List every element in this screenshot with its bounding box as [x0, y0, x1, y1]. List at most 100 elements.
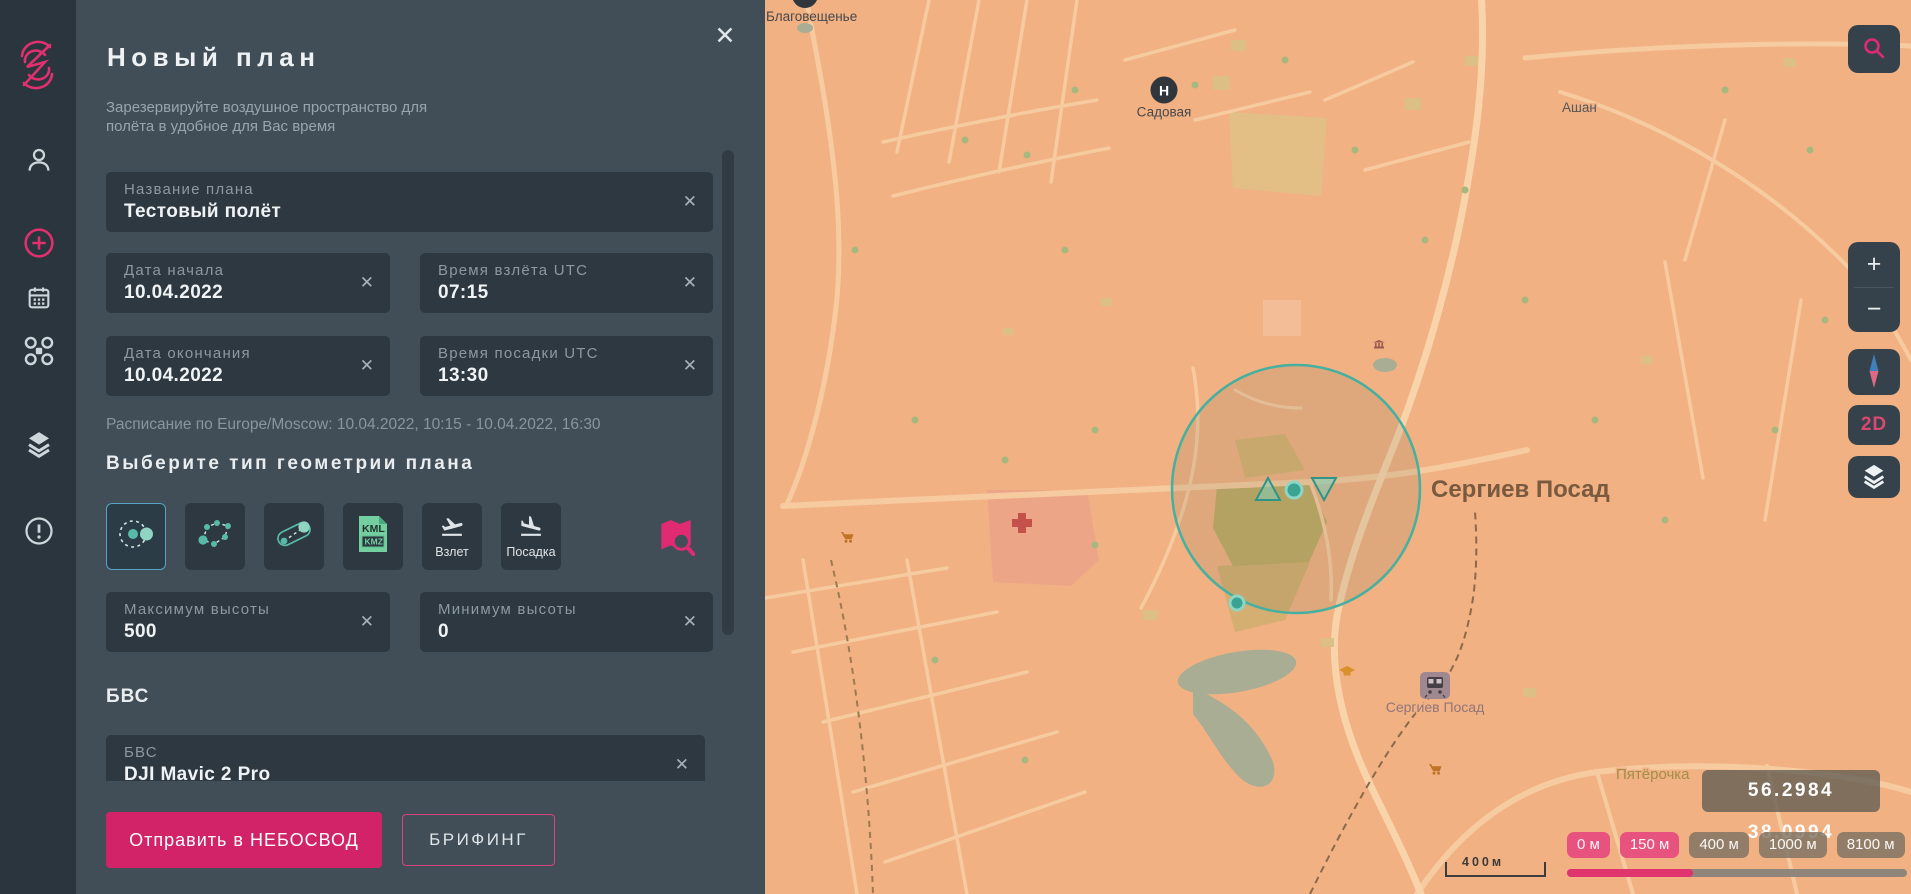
- search-icon: [1861, 35, 1887, 64]
- plan-name-label: Название плана: [124, 181, 254, 198]
- start-date-label: Дата начала: [124, 262, 225, 279]
- landing-time-label: Время посадки UTC: [438, 345, 599, 362]
- takeoff-time-field[interactable]: Время взлёта UTC 07:15 ✕: [420, 253, 713, 313]
- cursor-coordinates: 56.2984 38.0994: [1702, 770, 1880, 843]
- min-altitude-value: 0: [438, 621, 449, 642]
- landing-time-field[interactable]: Время посадки UTC 13:30 ✕: [420, 336, 713, 396]
- schedule-note: Расписание по Europe/Moscow: 10.04.2022,…: [106, 416, 601, 433]
- clear-icon[interactable]: ✕: [360, 356, 374, 376]
- page-title: Новый план: [107, 42, 321, 72]
- form-scroll-area: Название плана Тестовый полёт ✕ Дата нач…: [76, 150, 765, 781]
- compass-button[interactable]: [1848, 349, 1900, 395]
- clear-icon[interactable]: ✕: [683, 612, 697, 632]
- new-plan-panel: ✕ Новый план Зарезервируйте воздушное пр…: [76, 0, 765, 894]
- svg-text:KMZ: KMZ: [365, 537, 383, 547]
- station-label: Сергиев Посад: [1386, 699, 1485, 715]
- zone-center-node: [1284, 480, 1304, 500]
- pyaterochka-label: Пятёрочка: [1616, 766, 1690, 783]
- svg-text:KML: KML: [362, 523, 385, 535]
- uav-label: БВС: [124, 744, 158, 761]
- sidebar-item-alerts[interactable]: [22, 515, 56, 549]
- altitude-chip-0m[interactable]: 0 м: [1567, 832, 1610, 858]
- alert-icon: [24, 516, 54, 549]
- clear-icon[interactable]: ✕: [360, 612, 374, 632]
- panel-scrollbar[interactable]: [722, 150, 734, 635]
- geometry-corridor-button[interactable]: [264, 503, 324, 570]
- add-plan-icon: [23, 227, 55, 262]
- circle-geometry-icon: [115, 516, 157, 557]
- sidebar: [0, 0, 76, 894]
- map-scale-bar: [1445, 862, 1546, 877]
- geometry-takeoff-button[interactable]: Взлет: [422, 503, 482, 570]
- uav-section-heading: БВС: [106, 686, 150, 707]
- start-date-value: 10.04.2022: [124, 282, 224, 303]
- zoom-out-button[interactable]: −: [1848, 288, 1900, 333]
- takeoff-time-value: 07:15: [438, 282, 489, 303]
- clear-icon[interactable]: ✕: [683, 192, 697, 212]
- layers-icon: [24, 429, 54, 462]
- helipad-marker: H: [1150, 76, 1178, 104]
- geometry-circle-button[interactable]: [106, 503, 166, 570]
- train-station-icon: [1420, 672, 1450, 699]
- start-date-field[interactable]: Дата начала 10.04.2022 ✕: [106, 253, 390, 313]
- panel-subtitle: Зарезервируйте воздушное пространство дл…: [106, 99, 428, 135]
- briefing-button[interactable]: БРИФИНГ: [402, 814, 555, 866]
- altitude-chip-8100m[interactable]: 8100 м: [1836, 832, 1905, 858]
- clear-icon[interactable]: ✕: [683, 273, 697, 293]
- layers-icon: [1860, 462, 1888, 493]
- zoom-in-button[interactable]: +: [1848, 242, 1900, 287]
- compass-needle-icon: [1865, 352, 1883, 393]
- geometry-heading: Выберите тип геометрии плана: [106, 453, 475, 474]
- min-altitude-label: Минимум высоты: [438, 601, 577, 618]
- settlement-label: Благовещенье: [766, 9, 857, 24]
- close-icon[interactable]: ✕: [709, 20, 741, 52]
- map-search-button[interactable]: [656, 516, 696, 558]
- flight-zone-circle[interactable]: [1170, 363, 1422, 615]
- uav-field[interactable]: БВС DJI Mavic 2 Pro ✕: [106, 735, 705, 781]
- sidebar-item-layers[interactable]: [22, 428, 56, 462]
- max-altitude-value: 500: [124, 621, 157, 642]
- map-2d-mode-button[interactable]: 2D: [1848, 405, 1900, 445]
- clear-icon[interactable]: ✕: [675, 755, 689, 775]
- min-altitude-field[interactable]: Минимум высоты 0 ✕: [420, 592, 713, 652]
- map-search-control[interactable]: [1848, 25, 1900, 73]
- sidebar-item-schedule[interactable]: [22, 282, 56, 316]
- altitude-chip-1000m[interactable]: 1000 м: [1758, 832, 1827, 858]
- takeoff-plane-icon: [438, 514, 466, 544]
- max-altitude-label: Максимум высоты: [124, 601, 270, 618]
- svg-text:H: H: [1159, 83, 1169, 99]
- geometry-kml-upload-button[interactable]: KML KMZ: [343, 503, 403, 570]
- altitude-slider[interactable]: [1567, 869, 1907, 877]
- clear-icon[interactable]: ✕: [683, 356, 697, 376]
- plan-name-value: Тестовый полёт: [124, 201, 282, 222]
- takeoff-time-label: Время взлёта UTC: [438, 262, 589, 279]
- sidebar-item-new-plan[interactable]: [22, 227, 56, 261]
- map-canvas[interactable]: Благовещенье H Садовая Ашан Сергиев Поса…: [765, 0, 1911, 894]
- takeoff-label: Взлет: [435, 545, 469, 559]
- end-date-field[interactable]: Дата окончания 10.04.2022 ✕: [106, 336, 390, 396]
- end-date-value: 10.04.2022: [124, 365, 224, 386]
- helipad-label: Садовая: [1137, 105, 1192, 120]
- altitude-chip-400m[interactable]: 400 м: [1689, 832, 1749, 858]
- landing-time-value: 13:30: [438, 365, 489, 386]
- max-altitude-field[interactable]: Максимум высоты 500 ✕: [106, 592, 390, 652]
- plan-name-field[interactable]: Название плана Тестовый полёт ✕: [106, 172, 713, 232]
- city-label: Сергиев Посад: [1431, 476, 1610, 503]
- user-icon: [24, 145, 54, 178]
- uav-value: DJI Mavic 2 Pro: [124, 764, 271, 781]
- corridor-geometry-icon: [273, 516, 315, 557]
- clear-icon[interactable]: ✕: [360, 273, 374, 293]
- landing-label: Посадка: [506, 545, 556, 559]
- geometry-polygon-button[interactable]: [185, 503, 245, 570]
- kml-file-icon: KML KMZ: [356, 514, 390, 559]
- geometry-landing-button[interactable]: Посадка: [501, 503, 561, 570]
- zoom-control: + −: [1848, 242, 1900, 332]
- altitude-slider-fill: [1567, 869, 1693, 877]
- ashan-label: Ашан: [1562, 100, 1597, 115]
- altitude-chip-150m[interactable]: 150 м: [1619, 832, 1680, 858]
- landing-plane-icon: [517, 514, 545, 544]
- submit-to-nebosvod-button[interactable]: Отправить в НЕБОСВОД: [106, 812, 382, 868]
- sidebar-item-profile[interactable]: [22, 144, 56, 178]
- map-layers-button[interactable]: [1848, 456, 1900, 498]
- sidebar-item-drones[interactable]: [22, 335, 56, 369]
